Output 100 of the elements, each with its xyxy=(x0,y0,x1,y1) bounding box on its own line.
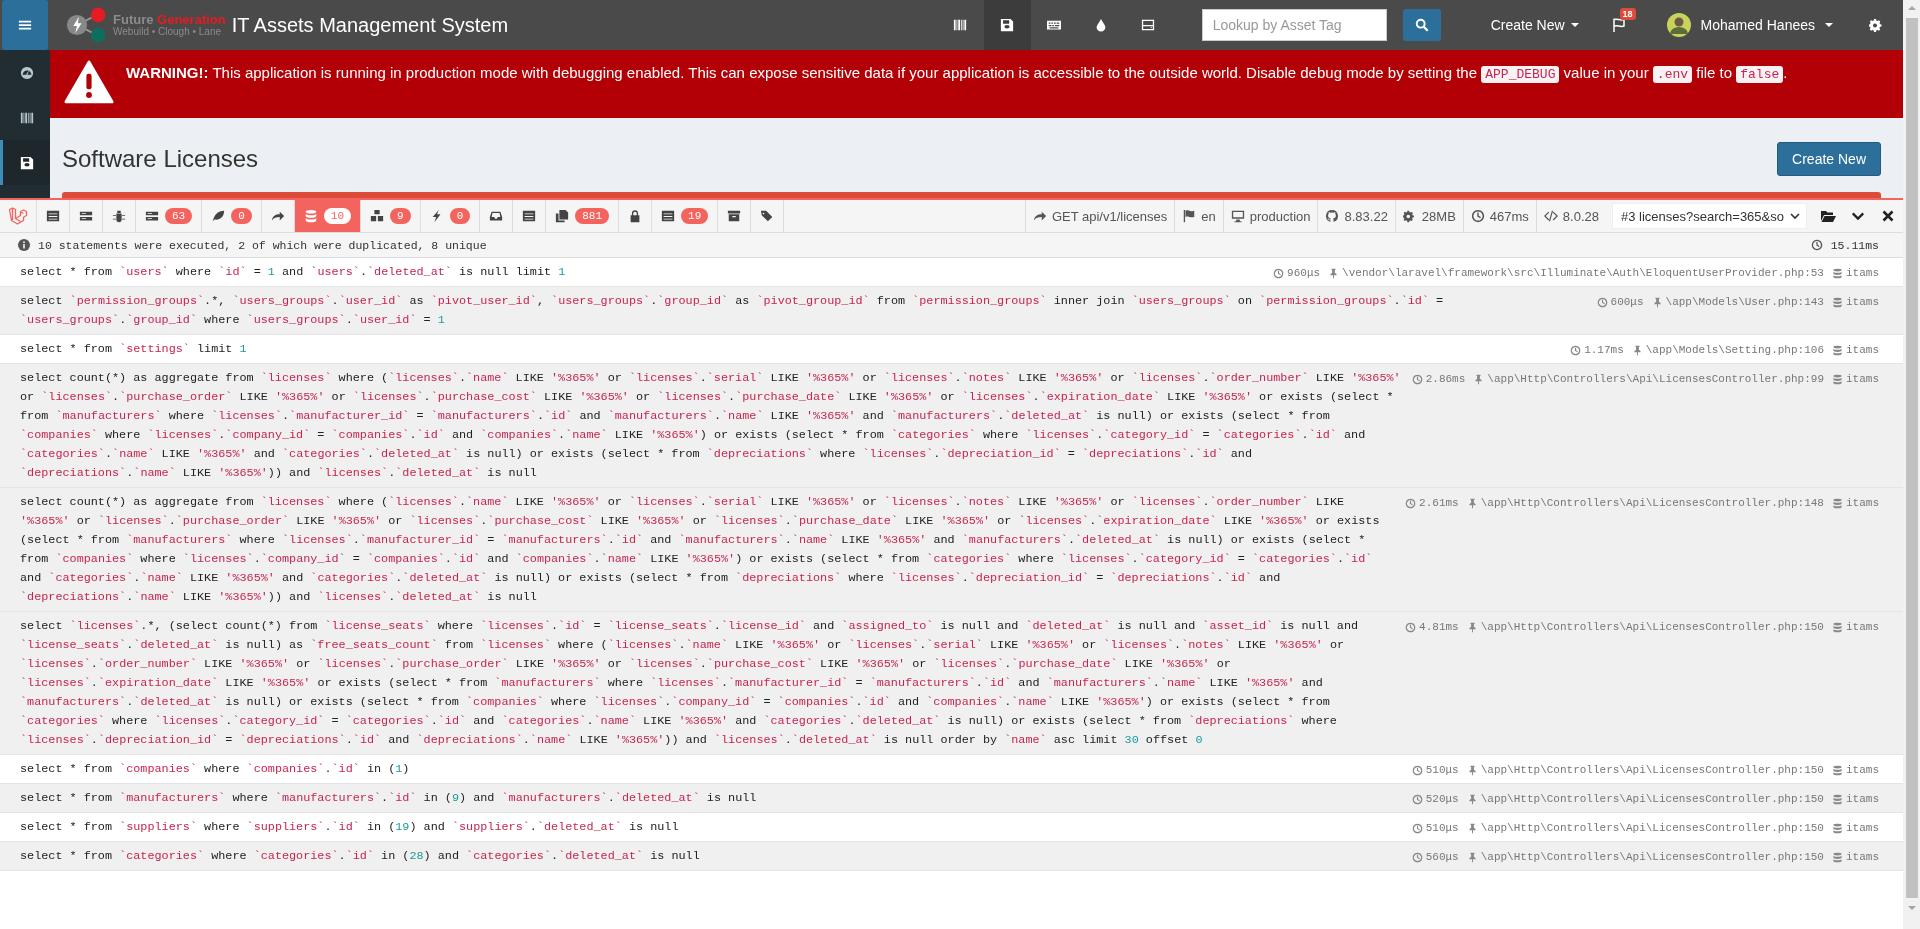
clock-icon xyxy=(1405,497,1417,509)
pages-icon xyxy=(555,209,570,223)
chevron-icon xyxy=(1790,211,1800,221)
pin-icon xyxy=(1466,822,1478,834)
query-duration: 510μs xyxy=(1411,764,1459,776)
query-row[interactable]: select * from `categories` where `categories`.`id` in (28) and `categories`.`deleted_at` is null 560μs \app\Http\Controllers\Api\LicensesController.php:150 itams xyxy=(0,842,1903,871)
clock-icon xyxy=(1411,373,1423,385)
arrow-icon xyxy=(270,209,285,223)
clock-icon xyxy=(1470,209,1485,223)
gauge-icon xyxy=(19,65,34,80)
query-connection: itams xyxy=(1832,793,1879,805)
search-icon xyxy=(1414,18,1429,32)
query-duration: 2.86ms xyxy=(1411,373,1466,385)
dataset-select[interactable]: #3 licenses?search=365&so xyxy=(1612,203,1807,229)
inbox-icon xyxy=(489,209,504,223)
barcode-icon xyxy=(19,110,34,125)
query-connection: itams xyxy=(1832,344,1879,356)
database-icon xyxy=(1832,344,1843,356)
avatar-icon xyxy=(1666,13,1691,37)
logo-word: Generation xyxy=(157,12,226,27)
monitor-icon xyxy=(1230,209,1245,223)
query-connection: itams xyxy=(1832,621,1879,633)
gears-icon xyxy=(1402,209,1417,223)
debug-info-item: 8.0.28 xyxy=(1535,200,1606,232)
info-icon xyxy=(18,239,30,251)
sidebar-item[interactable] xyxy=(0,140,50,185)
clock-icon xyxy=(1411,822,1423,834)
query-duration: 1.17ms xyxy=(1570,344,1624,356)
database-icon xyxy=(1832,373,1843,385)
query-source: \app\Models\Setting.php:106 xyxy=(1631,344,1824,356)
debug-info-item: en xyxy=(1174,200,1223,232)
query-row[interactable] xyxy=(0,488,1903,612)
query-connection: itams xyxy=(1832,851,1879,863)
notification-count-badge: 18 xyxy=(1619,8,1636,20)
query-duration: 600μs xyxy=(1596,296,1644,308)
folder-icon xyxy=(1820,208,1836,224)
menu-button[interactable] xyxy=(2,0,48,50)
debug-info-item: 8.83.22 xyxy=(1317,200,1395,232)
code-icon xyxy=(1543,209,1558,223)
pin-icon xyxy=(1473,373,1485,385)
sql-statement: select `permission_groups`.*, `users_groups`.`user_id` as `pivot_user_id`, `users_groups`.`group_id` as `pivot_group_id` from `permission_groups` inner join `users_groups` on `permission_groups`.`id` = `users_groups`.`group_id` where `users_groups`.`user_id` = 1 xyxy=(20,293,1445,329)
query-source: \app\Http\Controllers\Api\LicensesController.php:99 xyxy=(1473,373,1824,385)
query-row[interactable]: select * from `manufacturers` where `manufacturers`.`id` in (9) and `manufacturers`.`deleted_at` is null 520μs \app\Http\Controllers\Api\LicensesController.php:150 itams xyxy=(0,784,1903,813)
bars-icon xyxy=(79,209,93,223)
sql-statement: select * from `settings` limit 1 xyxy=(20,341,248,358)
query-row[interactable] xyxy=(0,287,1903,335)
query-duration: 2.61ms xyxy=(1405,497,1459,509)
nav-icon-button[interactable] xyxy=(983,0,1031,50)
sql-statement: select * from `users` where `id` = 1 and `users`.`deleted_at` is null limit 1 xyxy=(20,264,567,281)
user-menu[interactable]: Mohamed Hanees xyxy=(1652,0,1847,50)
tags-icon xyxy=(760,209,775,223)
query-source: \app\Http\Controllers\Api\LicensesController.php:148 xyxy=(1466,497,1824,509)
flag-icon xyxy=(1610,17,1627,33)
count-badge: 0 xyxy=(231,208,252,224)
query-duration: 510μs xyxy=(1411,822,1459,834)
sql-statement: select * from `categories` where `categories`.`id` in (28) and `categories`.`deleted_at` is null xyxy=(20,848,701,865)
scrollbar-thumb[interactable] xyxy=(1905,18,1918,898)
database-icon xyxy=(1832,296,1843,308)
app-title[interactable]: IT Assets Management System xyxy=(231,13,509,37)
query-connection: itams xyxy=(1832,373,1879,385)
list-icon xyxy=(46,209,60,223)
close-icon xyxy=(1882,210,1894,222)
clock-icon xyxy=(1411,764,1423,776)
warning-message: WARNING!: This application is running in production mode with debugging enabled. This can expose sensitive data if your application is accessible to the outside world. Disable debug mode by setting the APP_DEBUG value in your .env file to false . xyxy=(126,63,1788,85)
query-source: \app\Models\User.php:143 xyxy=(1651,296,1824,308)
leaf-icon xyxy=(211,209,226,223)
query-connection: itams xyxy=(1832,267,1879,279)
count-badge: 9 xyxy=(390,208,411,224)
debug-info-item: 467ms xyxy=(1462,200,1536,232)
query-duration: 560μs xyxy=(1411,851,1459,863)
query-connection: itams xyxy=(1832,764,1879,776)
query-row[interactable] xyxy=(0,364,1903,488)
query-source: \app\Http\Controllers\Api\LicensesController.php:150 xyxy=(1466,851,1824,863)
count-badge: 0 xyxy=(449,208,471,224)
notifications-button[interactable]: 18 xyxy=(1598,0,1639,50)
database-icon xyxy=(1832,267,1843,279)
query-source: \app\Http\Controllers\Api\LicensesController.php:150 xyxy=(1466,621,1824,633)
clock-icon xyxy=(1596,296,1608,308)
database-icon xyxy=(1832,764,1843,776)
drive-icon xyxy=(1141,18,1156,32)
scroll-down-icon xyxy=(1907,904,1916,912)
scrollbar[interactable] xyxy=(1903,0,1920,929)
sql-statement: select * from `manufacturers` where `manufacturers`.`id` in (9) and `manufacturers`.`deleted_at` is null xyxy=(20,790,758,807)
sql-statement: select count(*) as aggregate from `licenses` where (`licenses`.`name` LIKE '%365%' or `licenses`.`serial` LIKE '%365%' or `licenses`.`notes` LIKE '%365%' or `licenses`.`order_number` LIKE '%365%' or `licenses`.`purchase_order` LIKE '%365%' or `licenses`.`purchase_cost` LIKE '%365%' or `licenses`.`purchase_date` LIKE '%365%' or `licenses`.`expiration_date` LIKE '%365%' or exists (select * from `manufacturers` where `licenses`.`manufacturer_id` = `manufacturers`.`id` and `manufacturers`.`name` LIKE '%365%' and `manufacturers`.`deleted_at` is null) or exists (select * from `companies` where `licenses`.`company_id` = `companies`.`id` and `companies`.`name` LIKE '%365%') or exists (select * from `categories` where `licenses`.`category_id` = `categories`.`id` and `categories`.`name` LIKE '%365%' and `categories`.`deleted_at` is null) or exists (select * from `depreciations` where `licenses`.`depreciation_id` = `depreciations`.`id` and `depreciations`.`name` LIKE '%365%')) and `licenses`.`deleted_at` is null xyxy=(20,370,1402,482)
search-button[interactable] xyxy=(1402,9,1441,41)
cubes-icon xyxy=(370,209,384,223)
asset-tag-search-field[interactable]: Lookup by Asset Tag xyxy=(1201,9,1387,41)
count-badge: 10 xyxy=(323,208,351,224)
bug-icon xyxy=(112,209,126,223)
count-badge: 19 xyxy=(681,208,709,224)
query-duration: 520μs xyxy=(1411,793,1459,805)
clock-icon xyxy=(1411,793,1423,805)
query-duration: 960μs xyxy=(1273,267,1321,279)
count-badge: 881 xyxy=(575,208,610,224)
warning-icon xyxy=(64,60,114,104)
save-icon xyxy=(19,155,34,170)
flag-icon xyxy=(1182,209,1197,223)
create-new-menu[interactable]: Create New xyxy=(1476,0,1593,50)
create-new-button[interactable]: Create New xyxy=(1777,142,1881,176)
query-row[interactable] xyxy=(0,612,1903,755)
